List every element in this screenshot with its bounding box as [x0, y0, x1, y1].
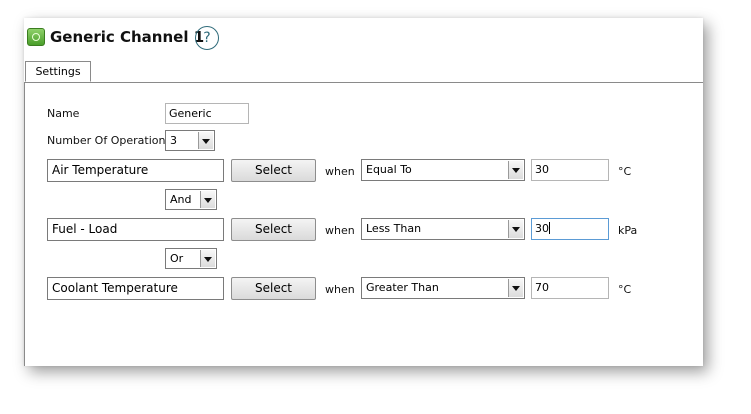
content-border — [24, 82, 25, 366]
operation-2-when-label: when — [325, 224, 355, 237]
operation-1-value-input[interactable]: 30 — [531, 159, 609, 181]
operation-3-comparison-value: Greater Than — [366, 281, 439, 294]
chevron-down-icon[interactable] — [508, 279, 523, 297]
name-input[interactable]: Generic — [165, 103, 249, 124]
channel-settings-panel: Generic Channel 1 ? Settings Name Generi… — [24, 18, 703, 366]
logic-2-value: Or — [170, 252, 184, 265]
logic-1-value: And — [170, 193, 192, 206]
operation-2-comparison-value: Less Than — [366, 222, 422, 235]
number-of-operations-value: 3 — [170, 134, 177, 147]
operation-1-comparison-value: Equal To — [366, 163, 412, 176]
name-label: Name — [47, 107, 80, 120]
operation-2-value-input[interactable]: 30 — [531, 218, 609, 240]
operation-2-value-text: 30 — [535, 222, 549, 235]
operation-3-select-button[interactable]: Select — [231, 277, 316, 300]
tab-strip-divider — [24, 82, 703, 83]
operation-1-channel-field[interactable]: Air Temperature — [47, 159, 224, 182]
operation-3-channel-field[interactable]: Coolant Temperature — [47, 277, 224, 300]
chevron-down-icon[interactable] — [508, 161, 523, 179]
tab-settings[interactable]: Settings — [25, 61, 91, 82]
chevron-down-icon[interactable] — [508, 220, 523, 238]
operation-3-when-label: when — [325, 283, 355, 296]
operation-3-value-input[interactable]: 70 — [531, 277, 609, 299]
question-mark-icon: ? — [203, 30, 211, 46]
operation-3-comparison-select[interactable]: Greater Than — [361, 277, 525, 299]
channel-icon — [27, 28, 45, 46]
number-of-operations-select[interactable]: 3 — [165, 130, 215, 151]
help-button[interactable]: ? — [195, 26, 219, 50]
operation-2-comparison-select[interactable]: Less Than — [361, 218, 525, 240]
operation-1-select-button[interactable]: Select — [231, 159, 316, 182]
chevron-down-icon[interactable] — [200, 191, 215, 208]
operation-3-unit-label: °C — [618, 283, 632, 296]
logic-2-select[interactable]: Or — [165, 248, 217, 269]
logic-1-select[interactable]: And — [165, 189, 217, 210]
chevron-down-icon[interactable] — [200, 250, 215, 267]
operation-2-select-button[interactable]: Select — [231, 218, 316, 241]
number-of-operations-label: Number Of Operations — [47, 134, 172, 147]
page-title: Generic Channel 1 — [50, 28, 205, 46]
operation-2-unit-label: kPa — [618, 224, 638, 237]
operation-1-comparison-select[interactable]: Equal To — [361, 159, 525, 181]
title-bar: Generic Channel 1 ? — [24, 18, 703, 60]
text-caret — [549, 222, 550, 234]
chevron-down-icon[interactable] — [198, 132, 213, 149]
operation-2-channel-field[interactable]: Fuel - Load — [47, 218, 224, 241]
operation-1-when-label: when — [325, 165, 355, 178]
operation-1-unit-label: °C — [618, 165, 632, 178]
